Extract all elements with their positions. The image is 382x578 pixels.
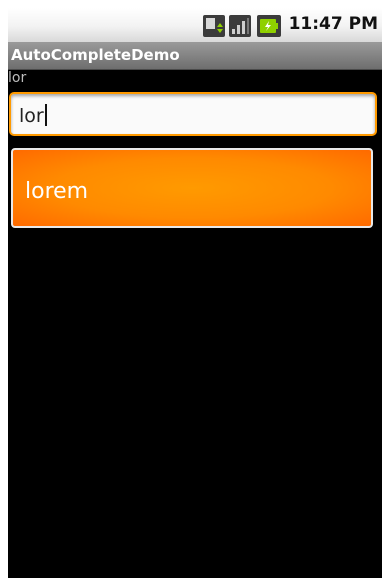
title-bar: AutoCompleteDemo — [8, 42, 382, 70]
suggestion-item[interactable]: lorem — [25, 179, 88, 204]
sim-activity-icon — [203, 15, 225, 37]
suggestion-dropdown[interactable]: lorem — [11, 148, 373, 228]
signal-icon — [229, 15, 251, 37]
status-bar: 11:47 PM — [8, 8, 382, 42]
selection-label: lor — [8, 70, 27, 86]
input-value: lor — [19, 104, 47, 127]
battery-charging-icon — [257, 15, 281, 37]
status-time: 11:47 PM — [288, 14, 378, 34]
phone-screen: 11:47 PM AutoCompleteDemo lor lor lorem — [8, 8, 382, 578]
text-caret — [44, 104, 47, 126]
app-title: AutoCompleteDemo — [11, 46, 180, 64]
autocomplete-input[interactable]: lor — [9, 92, 377, 136]
